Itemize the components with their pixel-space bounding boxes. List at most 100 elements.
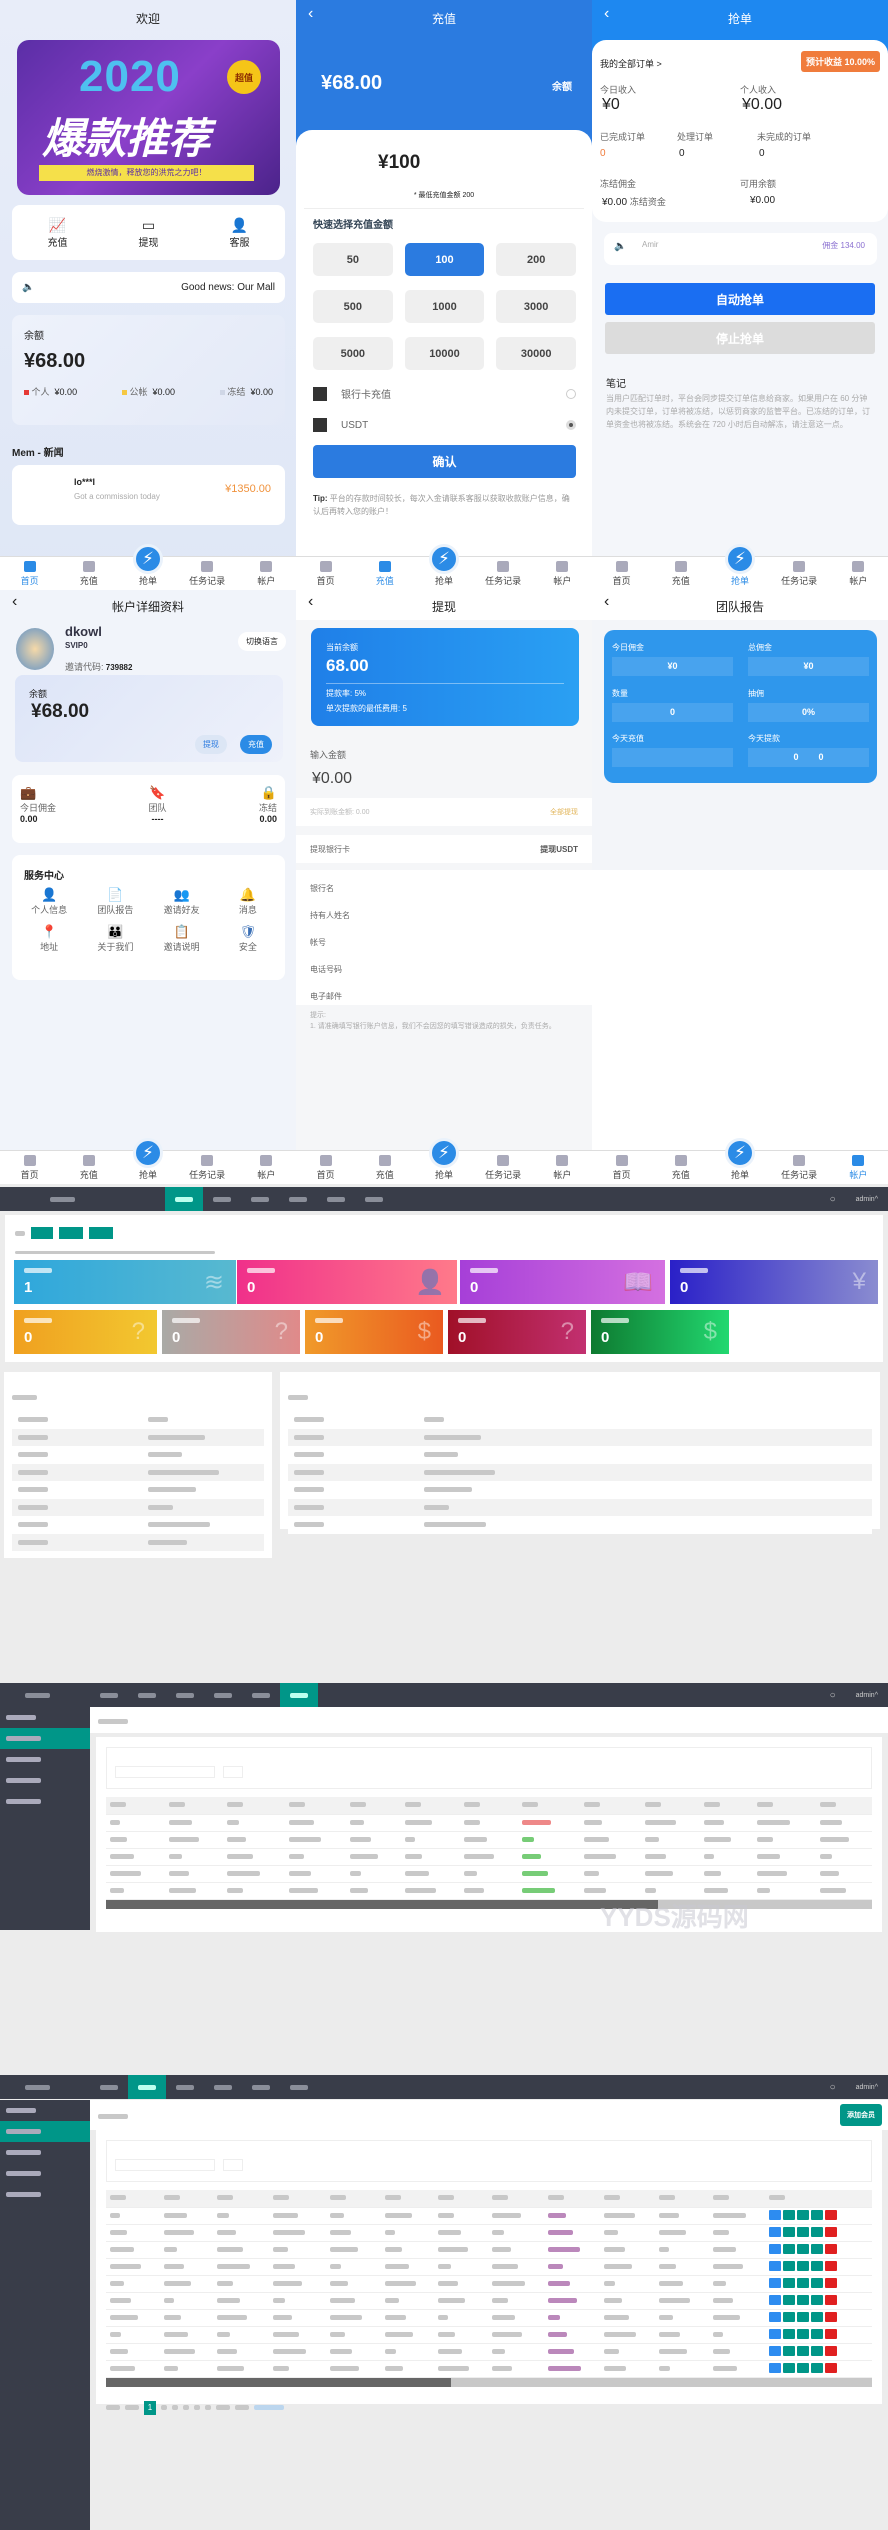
table-row[interactable] [106,1865,872,1883]
stat-card[interactable]: 0 $ [305,1310,443,1354]
service-item[interactable]: 👥 邀请好友 [149,887,215,916]
withdraw-all-button[interactable]: 全部提现 [550,807,578,817]
nav-item[interactable]: 首页 [597,561,647,587]
action-button[interactable] [782,2362,795,2373]
action-button[interactable] [810,2260,823,2271]
nav-item[interactable]: 首页 [301,1155,351,1181]
recharge-button[interactable]: 充值 [240,735,272,754]
range-button[interactable] [31,1227,53,1239]
nav-item[interactable]: 充值 [64,561,114,587]
form-field[interactable]: 电子邮件 [296,983,592,1010]
action-button[interactable] [824,2277,837,2288]
action-button[interactable] [782,2260,795,2271]
sidebar-item[interactable] [0,1728,90,1749]
nav-item[interactable]: 帐户 [241,561,291,587]
nav-item[interactable]: 帐户 [537,1155,587,1181]
table-row[interactable] [106,2241,872,2259]
admin-nav-tab[interactable] [279,1187,317,1211]
orders-link[interactable]: 我的全部订单 > [600,57,662,70]
action-button[interactable] [768,2243,781,2254]
action-button[interactable] [810,2226,823,2237]
withdraw-button[interactable]: 提现 [195,735,227,754]
action-button[interactable] [768,2362,781,2373]
admin-nav-tab[interactable] [241,1187,279,1211]
radio-unselected[interactable] [566,388,576,399]
quick-withdraw[interactable]: ▭ 提现 [139,217,159,249]
nav-item[interactable]: 帐户 [833,561,883,587]
search-button[interactable] [223,2159,243,2171]
amount-input[interactable]: ¥0.00 [312,770,352,788]
action-button[interactable] [768,2311,781,2322]
service-item[interactable]: 📍 地址 [16,924,82,953]
table-row[interactable] [106,2292,872,2310]
nav-item[interactable]: 帐户 [833,1155,883,1181]
action-button[interactable] [768,2294,781,2305]
nav-item[interactable]: 充值 [656,1155,706,1181]
notice-bar[interactable]: 🔈 Good news: Our Mall [12,272,285,303]
admin-user-menu[interactable]: admin ^ [846,1683,888,1707]
nav-item[interactable]: 帐户 [537,561,587,587]
action-button[interactable] [782,2294,795,2305]
action-button[interactable] [824,2294,837,2305]
amount-option[interactable]: 3000 [496,290,576,323]
page-current[interactable]: 1 [144,2400,156,2415]
sidebar-item[interactable] [0,1749,90,1770]
action-button[interactable] [796,2362,809,2373]
amount-option[interactable]: 5000 [313,337,393,370]
action-button[interactable] [824,2345,837,2356]
action-button[interactable] [796,2226,809,2237]
quick-support[interactable]: 👤 客服 [230,217,250,249]
amount-option[interactable]: 50 [313,243,393,276]
amount-option[interactable]: 100 [404,243,485,276]
amount-option[interactable]: 200 [496,243,576,276]
radio-selected[interactable] [566,420,576,430]
action-button[interactable] [796,2209,809,2220]
stat-card[interactable]: 0 ¥ [670,1260,878,1304]
service-item[interactable]: 👤 个人信息 [16,887,82,916]
action-button[interactable] [796,2345,809,2356]
nav-item[interactable]: ⚡ 抢单 [419,1138,469,1181]
refresh-icon[interactable]: ○ [820,2075,846,2099]
quick-recharge[interactable]: 📈 充值 [48,217,68,249]
admin-nav-tab[interactable] [280,2075,318,2099]
nav-item[interactable]: 充值 [360,561,410,587]
search-button[interactable] [223,1766,243,1778]
method-usdt[interactable]: 提现USDT [540,844,578,855]
search-input[interactable] [115,2159,215,2171]
admin-nav-tab[interactable] [204,1683,242,1707]
action-button[interactable] [796,2277,809,2288]
range-button[interactable] [59,1227,83,1239]
admin-nav-tab[interactable] [242,1683,280,1707]
search-input[interactable] [115,1766,215,1778]
amount-option[interactable]: 1000 [404,290,485,323]
action-button[interactable] [824,2362,837,2373]
table-row[interactable] [106,2224,872,2242]
nav-item[interactable]: 帐户 [241,1155,291,1181]
nav-item[interactable]: 任务记录 [182,561,232,587]
service-item[interactable]: 👪 关于我们 [82,924,148,953]
table-row[interactable] [106,2360,872,2378]
form-field[interactable]: 帐号 [296,929,592,956]
horizontal-scrollbar[interactable] [106,2377,872,2387]
nav-item[interactable]: 首页 [301,561,351,587]
promo-banner[interactable]: 2020 超值 爆款推荐 燃烧激情，释放您的洪荒之力吧！ [17,40,280,195]
action-button[interactable] [768,2209,781,2220]
admin-nav-tab[interactable] [242,2075,280,2099]
news-item[interactable]: lo***l Got a commission today ¥1350.00 [12,465,285,525]
stat-card[interactable]: 0 $ [591,1310,729,1354]
service-item[interactable]: 🔔 消息 [215,887,281,916]
sidebar-item[interactable] [0,2163,90,2184]
add-user-button[interactable]: 添加会员 [840,2104,882,2126]
amount-option[interactable]: 30000 [496,337,576,370]
method-usdt[interactable]: USDT [313,418,576,432]
action-button[interactable] [810,2277,823,2288]
admin-nav-tab[interactable] [203,1187,241,1211]
stat-card[interactable]: 0 📖 [460,1260,665,1304]
amount-option[interactable]: 500 [313,290,393,323]
table-row[interactable] [106,2326,872,2344]
action-button[interactable] [810,2243,823,2254]
action-button[interactable] [796,2328,809,2339]
horizontal-scrollbar[interactable] [106,1899,872,1909]
range-button[interactable] [89,1227,113,1239]
action-button[interactable] [824,2260,837,2271]
